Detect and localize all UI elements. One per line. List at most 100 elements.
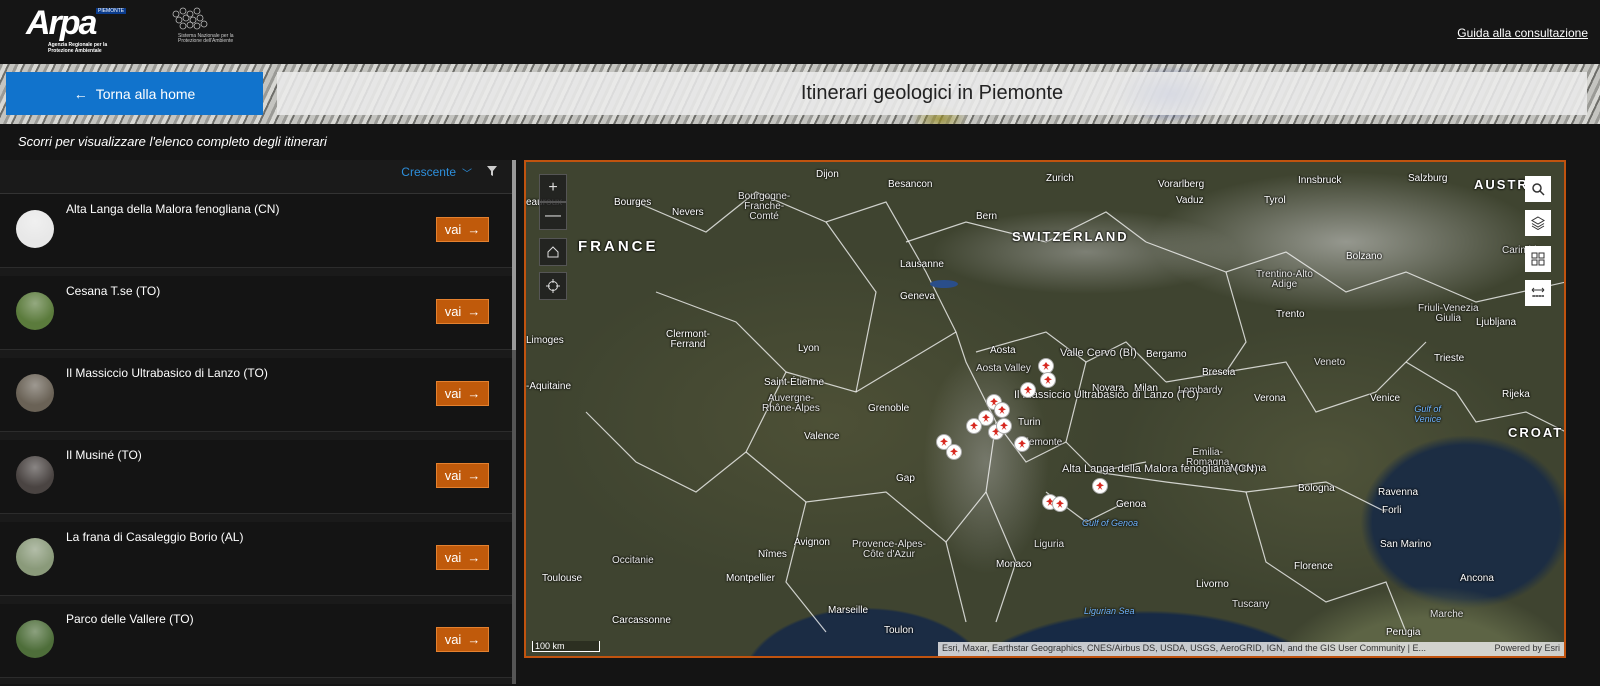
- map-scale: 100 km: [532, 641, 600, 652]
- map-label-ancona: Ancona: [1460, 573, 1494, 584]
- map-label-trento-alto: Trentino-Alto Adige: [1256, 269, 1313, 290]
- basemap-gallery-button[interactable]: [1525, 246, 1551, 272]
- list-item[interactable]: Cesana T.se (TO) vai →: [0, 276, 512, 350]
- itinerary-marker[interactable]: [996, 418, 1012, 434]
- attribution-text[interactable]: Esri, Maxar, Earthstar Geographics, CNES…: [942, 643, 1426, 655]
- arrow-right-icon: →: [467, 632, 481, 647]
- map-label-valence: Valence: [804, 431, 840, 442]
- itinerary-marker[interactable]: [1092, 478, 1108, 494]
- map-label-marche: Marche: [1430, 609, 1464, 620]
- locate-button[interactable]: [539, 272, 567, 300]
- map-label-nimes: Nîmes: [758, 549, 787, 560]
- map-search-button[interactable]: [1525, 176, 1551, 202]
- map-label-vaduz: Vaduz: [1176, 195, 1204, 206]
- arrow-right-icon: →: [467, 222, 481, 237]
- go-button[interactable]: vai →: [436, 299, 489, 324]
- list-item[interactable]: Alta Langa della Malora fenogliana (CN) v…: [0, 194, 512, 268]
- sort-bar: Crescente ﹀: [0, 160, 516, 194]
- itinerary-marker[interactable]: [1020, 382, 1036, 398]
- map-label-alta-langa: Alta Langa della Malora fenogliana (CN): [1062, 463, 1258, 475]
- map-label-friuli: Friuli-Venezia Giulia: [1418, 303, 1479, 324]
- zoom-out-button[interactable]: —: [539, 202, 567, 230]
- chevron-down-icon[interactable]: ﹀: [462, 165, 472, 180]
- list-item[interactable]: Il Musiné (TO) vai →: [0, 440, 512, 514]
- map-label-provence: Provence-Alpes- Côte d'Azur: [852, 539, 926, 560]
- map-label-liguria: Liguria: [1034, 539, 1065, 550]
- itinerary-marker[interactable]: [1052, 496, 1068, 512]
- list-item[interactable]: Il Massiccio Ultrabasico di Lanzo (TO) va…: [0, 358, 512, 432]
- itinerary-name: Alta Langa della Malora fenogliana (CN): [66, 202, 280, 216]
- arpa-logo-region: PIEMONTE: [96, 8, 127, 14]
- map-label-zurich: Zurich: [1046, 173, 1074, 184]
- map-label-vorarlberg: Vorarlberg: [1158, 179, 1205, 190]
- map-label-france: FRANCE: [578, 238, 659, 255]
- filter-icon[interactable]: [486, 165, 498, 177]
- guide-link[interactable]: Guida alla consultazione: [1457, 26, 1588, 40]
- map-label-limoges: Limoges: [526, 335, 564, 346]
- layers-icon: [1531, 216, 1545, 230]
- zoom-in-button[interactable]: +: [539, 174, 567, 202]
- go-button-label: vai: [444, 386, 462, 401]
- map-label-florence: Florence: [1294, 561, 1333, 572]
- plus-icon: +: [548, 179, 558, 196]
- itinerary-marker[interactable]: [1040, 372, 1056, 388]
- itinerary-thumbnail: [16, 538, 54, 576]
- arpa-logo-word: Arpa: [26, 4, 97, 42]
- home-view-button[interactable]: [539, 238, 567, 266]
- map-label-salzburg: Salzburg: [1408, 173, 1448, 184]
- map-label-bourges: Bourges: [614, 197, 652, 208]
- itinerary-name: Cesana T.se (TO): [66, 284, 161, 298]
- list-scrollbar[interactable]: [512, 160, 516, 684]
- map-label-toulouse: Toulouse: [542, 573, 583, 584]
- layers-button[interactable]: [1525, 210, 1551, 236]
- scrollbar-thumb[interactable]: [512, 160, 516, 350]
- home-button[interactable]: ← Torna alla home: [6, 72, 263, 115]
- map-label-avignon: Avignon: [794, 537, 830, 548]
- map-label-toulon: Toulon: [884, 625, 914, 636]
- map-label-bologna: Bologna: [1298, 483, 1335, 494]
- map-label-turin: Turin: [1018, 417, 1041, 428]
- page-title: Itinerari geologici in Piemonte: [800, 82, 1064, 104]
- go-button[interactable]: vai →: [436, 463, 489, 488]
- go-button[interactable]: vai →: [436, 217, 489, 242]
- itinerary-marker[interactable]: [994, 402, 1010, 418]
- go-button[interactable]: vai →: [436, 381, 489, 406]
- map-label-gap: Gap: [896, 473, 915, 484]
- map-label-bolzano: Bolzano: [1346, 251, 1383, 262]
- sort-dropdown[interactable]: Crescente: [401, 165, 456, 179]
- go-button-label: vai: [444, 222, 462, 237]
- snpa-logo[interactable]: Sistema Nazionale per la Protezione dell…: [170, 6, 242, 54]
- itinerary-marker[interactable]: [966, 418, 982, 434]
- itinerary-name: Il Massiccio Ultrabasico di Lanzo (TO): [66, 366, 268, 380]
- map-label-aquitaine: -Aquitaine: [526, 381, 572, 392]
- map-view[interactable]: FRANCE SWITZERLAND AUSTR CROAT Dijon Besancon…: [524, 160, 1566, 658]
- map-label-tuscany: Tuscany: [1232, 599, 1270, 610]
- itinerary-thumbnail: [16, 620, 54, 658]
- map-label-bern: Bern: [976, 211, 998, 222]
- go-button[interactable]: vai →: [436, 627, 489, 652]
- snpa-caption: Sistema Nazionale per la Protezione dell…: [178, 33, 234, 44]
- map-label-livorno: Livorno: [1196, 579, 1229, 590]
- map-label-san-marino: San Marino: [1380, 539, 1432, 550]
- map-label-bourgogne: Bourgogne- Franche- Comté: [738, 191, 791, 222]
- go-button[interactable]: vai →: [436, 545, 489, 570]
- map-label-montpellier: Montpellier: [726, 573, 775, 584]
- list-item[interactable]: Parco delle Vallere (TO) vai →: [0, 604, 512, 678]
- map-label-venice: Venice: [1370, 393, 1401, 404]
- arrow-right-icon: →: [467, 550, 481, 565]
- map-label-switzerland: SWITZERLAND: [1012, 229, 1129, 244]
- map-label-innsbruck: Innsbruck: [1298, 175, 1342, 186]
- measure-button[interactable]: [1525, 280, 1551, 306]
- itinerary-marker[interactable]: [946, 444, 962, 460]
- itinerary-thumbnail: [16, 210, 54, 248]
- map-label-genoa: Genoa: [1116, 499, 1147, 510]
- home-icon: [547, 246, 559, 258]
- list-item[interactable]: La frana di Casaleggio Borio (AL) vai →: [0, 522, 512, 596]
- powered-by-esri[interactable]: Powered by Esri: [1494, 643, 1560, 655]
- scroll-hint: Scorri per visualizzare l'elenco complet…: [18, 134, 327, 149]
- crosshair-icon: [546, 279, 560, 293]
- arpa-logo[interactable]: Arpa PIEMONTE Agenzia Regionale per la P…: [26, 4, 127, 54]
- map-label-lyon: Lyon: [798, 343, 820, 354]
- arrow-right-icon: →: [467, 386, 481, 401]
- itinerary-marker[interactable]: [1014, 436, 1030, 452]
